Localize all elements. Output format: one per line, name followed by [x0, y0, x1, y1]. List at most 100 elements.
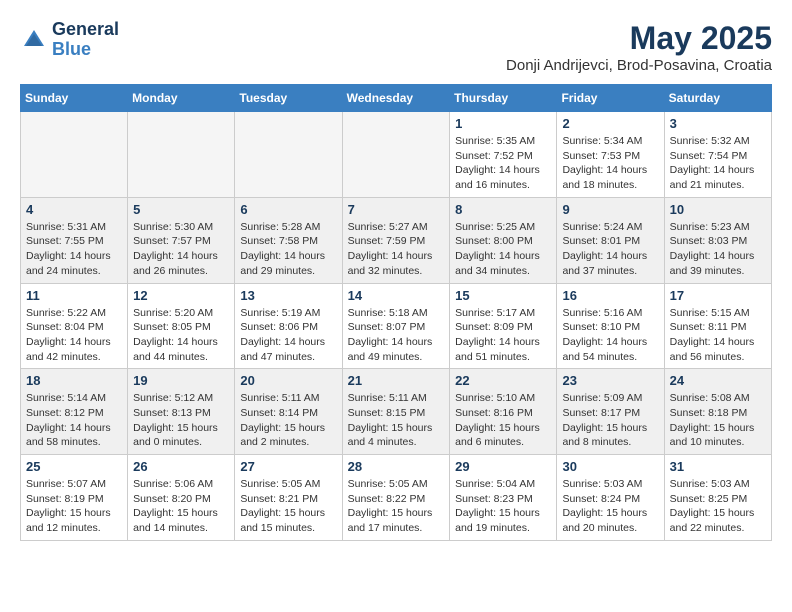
day-number: 3: [670, 116, 766, 131]
day-number: 17: [670, 288, 766, 303]
location-title: Donji Andrijevci, Brod-Posavina, Croatia: [506, 57, 772, 74]
day-info: Sunrise: 5:04 AM Sunset: 8:23 PM Dayligh…: [455, 477, 551, 536]
day-number: 12: [133, 288, 229, 303]
day-info: Sunrise: 5:35 AM Sunset: 7:52 PM Dayligh…: [455, 134, 551, 193]
day-number: 8: [455, 202, 551, 217]
calendar-cell: 7 Sunrise: 5:27 AM Sunset: 7:59 PM Daylig…: [342, 197, 450, 283]
day-info: Sunrise: 5:25 AM Sunset: 8:00 PM Dayligh…: [455, 220, 551, 279]
day-number: 30: [562, 459, 658, 474]
header-thursday: Thursday: [450, 85, 557, 112]
day-number: 7: [348, 202, 445, 217]
week-row-5: 25Sunrise: 5:07 AM Sunset: 8:19 PM Dayli…: [21, 455, 772, 541]
calendar-cell: 12 Sunrise: 5:20 AM Sunset: 8:05 PM Dayli…: [128, 283, 235, 369]
day-number: 9: [562, 202, 658, 217]
calendar-cell: 30 Sunrise: 5:03 AM Sunset: 8:24 PM Dayli…: [557, 455, 664, 541]
day-number: 29: [455, 459, 551, 474]
day-info: Sunrise: 5:03 AM Sunset: 8:24 PM Dayligh…: [562, 477, 658, 536]
day-number: 1: [455, 116, 551, 131]
day-number: 10: [670, 202, 766, 217]
header-friday: Friday: [557, 85, 664, 112]
day-number: 4: [26, 202, 122, 217]
day-info: Sunrise: 5:08 AM Sunset: 8:18 PM Dayligh…: [670, 391, 766, 450]
week-row-1: 1 Sunrise: 5:35 AM Sunset: 7:52 PM Daylig…: [21, 112, 772, 198]
day-info: Sunrise: 5:20 AM Sunset: 8:05 PM Dayligh…: [133, 306, 229, 365]
calendar-cell: 18 Sunrise: 5:14 AM Sunset: 8:12 PM Dayli…: [21, 369, 128, 455]
day-info: Sunrise: 5:32 AM Sunset: 7:54 PM Dayligh…: [670, 134, 766, 193]
day-number: 18: [26, 373, 122, 388]
calendar-cell: 19 Sunrise: 5:12 AM Sunset: 8:13 PM Dayli…: [128, 369, 235, 455]
day-info: Sunrise: 5:16 AM Sunset: 8:10 PM Dayligh…: [562, 306, 658, 365]
day-number: 15: [455, 288, 551, 303]
day-number: 13: [240, 288, 336, 303]
calendar-cell: 4 Sunrise: 5:31 AM Sunset: 7:55 PM Daylig…: [21, 197, 128, 283]
calendar-cell: 23Sunrise: 5:09 AM Sunset: 8:17 PM Dayli…: [557, 369, 664, 455]
calendar-cell: 29 Sunrise: 5:04 AM Sunset: 8:23 PM Dayli…: [450, 455, 557, 541]
week-row-4: 18 Sunrise: 5:14 AM Sunset: 8:12 PM Dayli…: [21, 369, 772, 455]
day-info: Sunrise: 5:10 AM Sunset: 8:16 PM Dayligh…: [455, 391, 551, 450]
calendar-cell: 2 Sunrise: 5:34 AM Sunset: 7:53 PM Daylig…: [557, 112, 664, 198]
day-info: Sunrise: 5:12 AM Sunset: 8:13 PM Dayligh…: [133, 391, 229, 450]
calendar-cell: 15 Sunrise: 5:17 AM Sunset: 8:09 PM Dayli…: [450, 283, 557, 369]
logo-icon: [20, 26, 48, 54]
calendar-cell: 6 Sunrise: 5:28 AM Sunset: 7:58 PM Daylig…: [235, 197, 342, 283]
day-number: 6: [240, 202, 336, 217]
title-block: May 2025 Donji Andrijevci, Brod-Posavina…: [506, 20, 772, 74]
calendar-cell: 9 Sunrise: 5:24 AM Sunset: 8:01 PM Daylig…: [557, 197, 664, 283]
day-info: Sunrise: 5:30 AM Sunset: 7:57 PM Dayligh…: [133, 220, 229, 279]
day-number: 5: [133, 202, 229, 217]
calendar-cell: 22Sunrise: 5:10 AM Sunset: 8:16 PM Dayli…: [450, 369, 557, 455]
calendar-header: SundayMondayTuesdayWednesdayThursdayFrid…: [21, 85, 772, 112]
calendar-cell: 24 Sunrise: 5:08 AM Sunset: 8:18 PM Dayli…: [664, 369, 771, 455]
day-info: Sunrise: 5:17 AM Sunset: 8:09 PM Dayligh…: [455, 306, 551, 365]
calendar-cell: [21, 112, 128, 198]
calendar-cell: 8 Sunrise: 5:25 AM Sunset: 8:00 PM Daylig…: [450, 197, 557, 283]
calendar-cell: 31 Sunrise: 5:03 AM Sunset: 8:25 PM Dayli…: [664, 455, 771, 541]
day-number: 27: [240, 459, 336, 474]
day-info: Sunrise: 5:28 AM Sunset: 7:58 PM Dayligh…: [240, 220, 336, 279]
logo-text: General Blue: [52, 20, 119, 60]
calendar-cell: 11Sunrise: 5:22 AM Sunset: 8:04 PM Dayli…: [21, 283, 128, 369]
day-info: Sunrise: 5:24 AM Sunset: 8:01 PM Dayligh…: [562, 220, 658, 279]
day-info: Sunrise: 5:14 AM Sunset: 8:12 PM Dayligh…: [26, 391, 122, 450]
day-info: Sunrise: 5:06 AM Sunset: 8:20 PM Dayligh…: [133, 477, 229, 536]
day-info: Sunrise: 5:11 AM Sunset: 8:14 PM Dayligh…: [240, 391, 336, 450]
day-info: Sunrise: 5:03 AM Sunset: 8:25 PM Dayligh…: [670, 477, 766, 536]
day-info: Sunrise: 5:15 AM Sunset: 8:11 PM Dayligh…: [670, 306, 766, 365]
calendar-cell: 26 Sunrise: 5:06 AM Sunset: 8:20 PM Dayli…: [128, 455, 235, 541]
calendar-cell: [128, 112, 235, 198]
calendar-table: SundayMondayTuesdayWednesdayThursdayFrid…: [20, 84, 772, 541]
week-row-2: 4 Sunrise: 5:31 AM Sunset: 7:55 PM Daylig…: [21, 197, 772, 283]
day-number: 14: [348, 288, 445, 303]
day-number: 24: [670, 373, 766, 388]
header-saturday: Saturday: [664, 85, 771, 112]
day-number: 28: [348, 459, 445, 474]
page-header: General Blue May 2025 Donji Andrijevci, …: [20, 20, 772, 74]
month-title: May 2025: [506, 20, 772, 57]
calendar-cell: 27Sunrise: 5:05 AM Sunset: 8:21 PM Dayli…: [235, 455, 342, 541]
day-number: 20: [240, 373, 336, 388]
logo: General Blue: [20, 20, 119, 60]
header-row: SundayMondayTuesdayWednesdayThursdayFrid…: [21, 85, 772, 112]
calendar-cell: 13Sunrise: 5:19 AM Sunset: 8:06 PM Dayli…: [235, 283, 342, 369]
calendar-cell: 20 Sunrise: 5:11 AM Sunset: 8:14 PM Dayli…: [235, 369, 342, 455]
day-number: 16: [562, 288, 658, 303]
day-info: Sunrise: 5:05 AM Sunset: 8:22 PM Dayligh…: [348, 477, 445, 536]
day-info: Sunrise: 5:07 AM Sunset: 8:19 PM Dayligh…: [26, 477, 122, 536]
calendar-cell: 5 Sunrise: 5:30 AM Sunset: 7:57 PM Daylig…: [128, 197, 235, 283]
day-info: Sunrise: 5:27 AM Sunset: 7:59 PM Dayligh…: [348, 220, 445, 279]
header-monday: Monday: [128, 85, 235, 112]
day-info: Sunrise: 5:34 AM Sunset: 7:53 PM Dayligh…: [562, 134, 658, 193]
day-info: Sunrise: 5:31 AM Sunset: 7:55 PM Dayligh…: [26, 220, 122, 279]
day-number: 19: [133, 373, 229, 388]
header-tuesday: Tuesday: [235, 85, 342, 112]
day-info: Sunrise: 5:11 AM Sunset: 8:15 PM Dayligh…: [348, 391, 445, 450]
day-info: Sunrise: 5:18 AM Sunset: 8:07 PM Dayligh…: [348, 306, 445, 365]
header-wednesday: Wednesday: [342, 85, 450, 112]
calendar-cell: 16 Sunrise: 5:16 AM Sunset: 8:10 PM Dayli…: [557, 283, 664, 369]
calendar-cell: 1 Sunrise: 5:35 AM Sunset: 7:52 PM Daylig…: [450, 112, 557, 198]
day-number: 31: [670, 459, 766, 474]
day-number: 2: [562, 116, 658, 131]
calendar-cell: [342, 112, 450, 198]
day-number: 26: [133, 459, 229, 474]
calendar-cell: 14 Sunrise: 5:18 AM Sunset: 8:07 PM Dayli…: [342, 283, 450, 369]
